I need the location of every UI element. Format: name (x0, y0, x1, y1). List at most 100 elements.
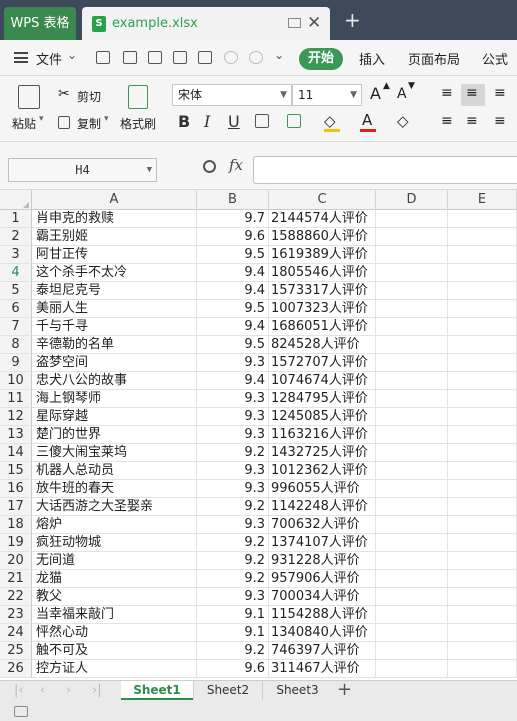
cell-d[interactable] (376, 498, 448, 516)
row-header[interactable]: 25 (0, 642, 32, 660)
cell-c[interactable]: 1142248人评价 (269, 498, 376, 516)
copy-button[interactable]: 复制 (77, 115, 101, 132)
cell-format-icon[interactable] (287, 114, 301, 128)
column-header-e[interactable]: E (448, 190, 517, 210)
cell-e[interactable] (448, 264, 517, 282)
cell-c[interactable]: 1007323人评价 (269, 300, 376, 318)
cell-a[interactable]: 千与千寻 (32, 318, 197, 336)
hamburger-menu-icon[interactable] (14, 52, 28, 63)
cell-a[interactable]: 龙猫 (32, 570, 197, 588)
cell-b[interactable]: 9.6 (197, 228, 269, 246)
cell-e[interactable] (448, 354, 517, 372)
cell-c[interactable]: 931228人评价 (269, 552, 376, 570)
cell-b[interactable]: 9.5 (197, 246, 269, 264)
cell-a[interactable]: 这个杀手不太冷 (32, 264, 197, 282)
cell-d[interactable] (376, 390, 448, 408)
cell-e[interactable] (448, 318, 517, 336)
format-painter-button[interactable]: 格式刷 (120, 115, 156, 132)
tab-page-layout[interactable]: 页面布局 (408, 49, 460, 68)
cell-b[interactable]: 9.5 (197, 300, 269, 318)
column-header-b[interactable]: B (197, 190, 269, 210)
font-color-icon[interactable]: A (362, 111, 372, 129)
borders-icon[interactable] (255, 114, 269, 128)
cell-c[interactable]: 1573317人评价 (269, 282, 376, 300)
cell-a[interactable]: 机器人总动员 (32, 462, 197, 480)
cell-c[interactable]: 1340840人评价 (269, 624, 376, 642)
row-header[interactable]: 10 (0, 372, 32, 390)
cell-c[interactable]: 1374107人评价 (269, 534, 376, 552)
cell-d[interactable] (376, 336, 448, 354)
cell-b[interactable]: 9.4 (197, 318, 269, 336)
cell-e[interactable] (448, 570, 517, 588)
cell-d[interactable] (376, 246, 448, 264)
next-sheet-icon[interactable]: › (66, 683, 71, 698)
column-header-c[interactable]: C (269, 190, 376, 210)
fill-color-icon[interactable]: ◇ (324, 112, 336, 130)
insert-function-icon[interactable]: fx (229, 156, 243, 174)
cell-a[interactable]: 海上钢琴师 (32, 390, 197, 408)
row-header[interactable]: 4 (0, 264, 32, 282)
cell-e[interactable] (448, 228, 517, 246)
export-pdf-icon[interactable] (148, 51, 162, 64)
cell-c[interactable]: 2144574人评价 (269, 210, 376, 228)
underline-button[interactable]: U (228, 112, 240, 131)
cell-d[interactable] (376, 660, 448, 678)
cell-b[interactable]: 9.3 (197, 462, 269, 480)
decrease-font-size-button[interactable]: A (397, 86, 407, 102)
wps-home-tab[interactable]: WPS 表格 (4, 7, 76, 40)
cell-e[interactable] (448, 552, 517, 570)
row-header[interactable]: 14 (0, 444, 32, 462)
cell-e[interactable] (448, 300, 517, 318)
row-header[interactable]: 1 (0, 210, 32, 228)
cell-e[interactable] (448, 462, 517, 480)
cell-b[interactable]: 9.3 (197, 426, 269, 444)
bold-button[interactable]: B (178, 112, 190, 131)
cell-a[interactable]: 辛德勒的名单 (32, 336, 197, 354)
cell-e[interactable] (448, 498, 517, 516)
customize-toolbar-chevron-icon[interactable]: ⌄ (274, 48, 284, 62)
cell-a[interactable]: 疯狂动物城 (32, 534, 197, 552)
cell-c[interactable]: 1154288人评价 (269, 606, 376, 624)
format-painter-icon[interactable] (128, 85, 148, 109)
cell-e[interactable] (448, 642, 517, 660)
cell-d[interactable] (376, 516, 448, 534)
cell-b[interactable]: 9.2 (197, 570, 269, 588)
cell-d[interactable] (376, 570, 448, 588)
select-all-corner[interactable] (0, 190, 32, 210)
cell-a[interactable]: 泰坦尼克号 (32, 282, 197, 300)
cell-b[interactable]: 9.3 (197, 390, 269, 408)
cell-c[interactable]: 1686051人评价 (269, 318, 376, 336)
cell-e[interactable] (448, 408, 517, 426)
cell-c[interactable]: 1245085人评价 (269, 408, 376, 426)
row-header[interactable]: 26 (0, 660, 32, 678)
cell-b[interactable]: 9.2 (197, 498, 269, 516)
cell-d[interactable] (376, 444, 448, 462)
cell-e[interactable] (448, 534, 517, 552)
cell-d[interactable] (376, 606, 448, 624)
cell-a[interactable]: 忠犬八公的故事 (32, 372, 197, 390)
row-header[interactable]: 19 (0, 534, 32, 552)
cell-d[interactable] (376, 552, 448, 570)
cell-c[interactable]: 957906人评价 (269, 570, 376, 588)
cell-a[interactable]: 教父 (32, 588, 197, 606)
row-header[interactable]: 7 (0, 318, 32, 336)
cell-d[interactable] (376, 264, 448, 282)
new-tab-button[interactable]: + (344, 9, 361, 31)
align-left-icon[interactable]: ≡ (441, 113, 453, 129)
cell-b[interactable]: 9.3 (197, 354, 269, 372)
cell-d[interactable] (376, 354, 448, 372)
align-top-icon[interactable]: ≡ (441, 85, 453, 101)
cell-c[interactable]: 1619389人评价 (269, 246, 376, 264)
row-header[interactable]: 15 (0, 462, 32, 480)
italic-button[interactable]: I (204, 112, 210, 131)
cell-b[interactable]: 9.1 (197, 624, 269, 642)
align-center-icon[interactable]: ≡ (466, 113, 478, 129)
cell-a[interactable]: 霸王别姬 (32, 228, 197, 246)
tab-formula[interactable]: 公式 (482, 49, 508, 68)
cell-c[interactable]: 1588860人评价 (269, 228, 376, 246)
cell-a[interactable]: 控方证人 (32, 660, 197, 678)
cell-d[interactable] (376, 426, 448, 444)
sheet-tab-sheet3[interactable]: Sheet3 (262, 681, 332, 700)
column-header-a[interactable]: A (32, 190, 197, 210)
previous-sheet-icon[interactable]: ‹ (40, 683, 45, 698)
